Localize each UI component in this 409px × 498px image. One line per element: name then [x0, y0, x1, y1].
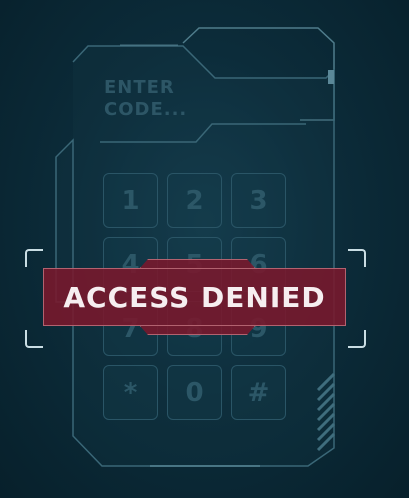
bracket-bottom-right: [348, 330, 366, 348]
key-1[interactable]: 1: [103, 173, 158, 228]
code-prompt: ENTER CODE...: [104, 77, 188, 120]
bracket-top-right: [348, 249, 366, 267]
key-3[interactable]: 3: [231, 173, 286, 228]
key-star[interactable]: *: [103, 365, 158, 420]
banner-tab-top: [140, 259, 255, 268]
side-connector: [328, 70, 334, 84]
access-denied-text: ACCESS DENIED: [63, 280, 326, 314]
banner-tab-bottom: [140, 326, 255, 335]
access-denied-banner: ACCESS DENIED: [43, 268, 346, 326]
key-2[interactable]: 2: [167, 173, 222, 228]
key-0[interactable]: 0: [167, 365, 222, 420]
bracket-bottom-left: [25, 330, 43, 348]
key-hash[interactable]: #: [231, 365, 286, 420]
bracket-top-left: [25, 249, 43, 267]
